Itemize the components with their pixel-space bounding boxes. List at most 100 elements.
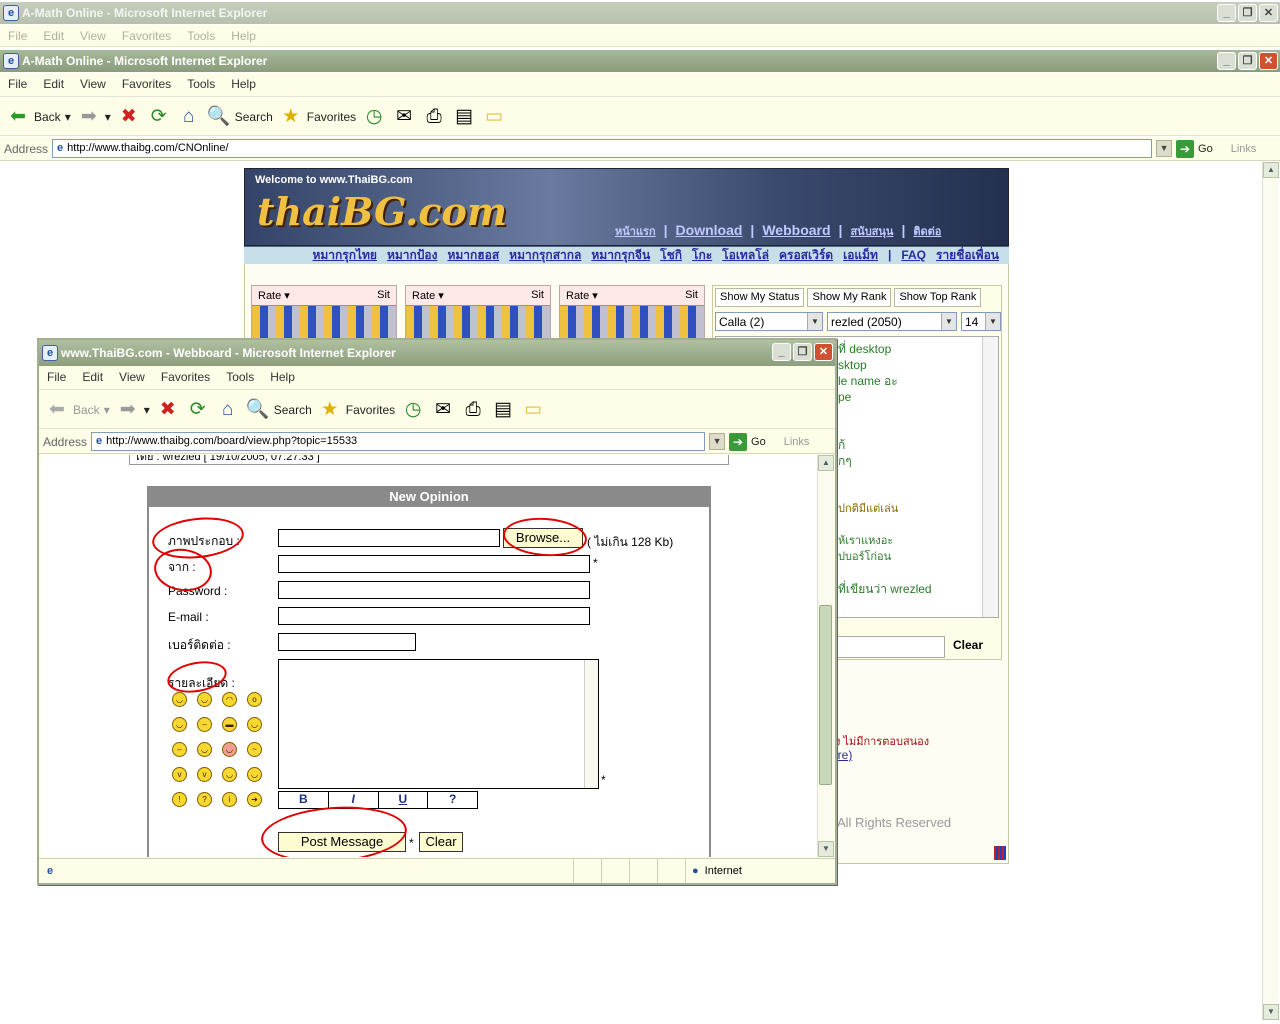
evil-icon[interactable]: v [172, 767, 187, 782]
print-icon[interactable]: ⎙ [461, 398, 485, 422]
chat-clear-button[interactable]: Clear [953, 638, 983, 652]
nav-game-item[interactable]: หมากป้อง [387, 247, 438, 264]
sit-link[interactable]: Sit [685, 289, 698, 302]
close-icon[interactable]: ✕ [1259, 52, 1278, 70]
mail-icon[interactable]: ✉ [431, 398, 455, 422]
bold-button[interactable]: B [279, 792, 329, 808]
menu-help[interactable]: Help [231, 73, 256, 96]
nav-game-item[interactable]: หมากรุกสากล [509, 247, 581, 264]
url-dropdown-button[interactable]: ▼ [709, 433, 726, 450]
nav-game-item[interactable]: หมากรุกจีน [591, 247, 650, 264]
menu-file[interactable]: File [47, 366, 66, 389]
nav-faq[interactable]: FAQ [901, 247, 926, 264]
font-size-select[interactable]: 14 ▼ [961, 312, 1001, 331]
sunglasses-icon[interactable]: ▬ [222, 717, 237, 732]
phone-input[interactable] [278, 633, 416, 651]
rolleyes-icon[interactable]: ◡ [222, 767, 237, 782]
nav-game-item[interactable]: โชกิ [660, 247, 682, 264]
url-dropdown-button[interactable]: ▼ [1156, 140, 1173, 157]
password-input[interactable] [278, 581, 590, 599]
from-input[interactable] [278, 555, 590, 573]
back-window-titlebar[interactable]: e A-Math Online - Microsoft Internet Exp… [0, 50, 1280, 72]
laugh-icon[interactable]: ◡ [247, 717, 262, 732]
tab-show-top-rank[interactable]: Show Top Rank [894, 288, 982, 307]
italic-button[interactable]: I [329, 792, 379, 808]
menu-view[interactable]: View [80, 73, 106, 96]
discuss-icon[interactable]: ▭ [521, 398, 545, 422]
player-select[interactable]: Calla (2) ▼ [715, 312, 823, 331]
nav-game-item[interactable]: โอเทลโล่ [722, 247, 769, 264]
nav-contact[interactable]: ติดต่อ [913, 222, 941, 240]
close-icon[interactable]: ✕ [1259, 4, 1278, 22]
smile-icon[interactable]: ◡ [172, 692, 187, 707]
back-button[interactable]: ⬅ Back ▾ [6, 105, 71, 129]
forward-button[interactable]: ➡ ▾ [116, 398, 150, 422]
nav-webboard[interactable]: Webboard [762, 222, 830, 240]
edit-icon[interactable]: ▤ [452, 105, 476, 129]
format-help-button[interactable]: ? [428, 792, 477, 808]
nav-home[interactable]: หน้าแรก [615, 222, 656, 240]
maximize-icon[interactable]: ❐ [1238, 4, 1257, 22]
go-button[interactable]: ➔ Go [1176, 139, 1213, 158]
email-input[interactable] [278, 607, 590, 625]
go-button[interactable]: ➔ Go [729, 432, 766, 451]
scroll-down-button[interactable]: ▼ [818, 841, 834, 857]
menu-view[interactable]: View [119, 366, 145, 389]
stop-icon[interactable]: ✖ [156, 398, 180, 422]
nav-game-item[interactable]: หมากฮอส [447, 247, 499, 264]
question-icon[interactable]: ? [197, 792, 212, 807]
menu-edit[interactable]: Edit [82, 366, 103, 389]
back-scrollbar[interactable]: ▲ ▼ [1262, 162, 1279, 1020]
menu-tools[interactable]: Tools [226, 366, 254, 389]
clear-form-button[interactable]: Clear [419, 832, 463, 852]
favorites-button[interactable]: ★ Favorites [318, 398, 395, 422]
blush-icon[interactable]: ◡ [222, 742, 237, 757]
exclamation-icon[interactable]: ! [172, 792, 187, 807]
discuss-icon[interactable]: ▭ [482, 105, 506, 129]
sit-link[interactable]: Sit [531, 289, 544, 302]
back-button[interactable]: ⬅ Back ▾ [45, 398, 110, 422]
scroll-up-button[interactable]: ▲ [1263, 162, 1279, 178]
scroll-down-button[interactable]: ▼ [1263, 1004, 1279, 1020]
arrow-icon[interactable]: ➜ [247, 792, 262, 807]
favorites-button[interactable]: ★ Favorites [279, 105, 356, 129]
webboard-url-field[interactable]: e http://www.thaibg.com/board/view.php?to… [91, 432, 706, 451]
image-file-input[interactable] [278, 529, 500, 547]
history-icon[interactable]: ◷ [362, 105, 386, 129]
menu-favorites[interactable]: Favorites [161, 366, 210, 389]
home-icon[interactable]: ⌂ [177, 105, 201, 129]
opponent-select[interactable]: rezled (2050) ▼ [827, 312, 957, 331]
back-url-field[interactable]: e http://www.thaibg.com/CNOnline/ [52, 139, 1153, 158]
close-icon[interactable]: ✕ [814, 343, 833, 361]
sit-link[interactable]: Sit [377, 289, 390, 302]
tab-show-my-status[interactable]: Show My Status [715, 288, 805, 307]
minimize-icon[interactable]: _ [1217, 52, 1236, 70]
minimize-icon[interactable]: _ [1217, 4, 1236, 22]
menu-file[interactable]: File [8, 73, 27, 96]
tab-show-my-rank[interactable]: Show My Rank [807, 288, 892, 307]
scroll-up-button[interactable]: ▲ [818, 455, 834, 471]
menu-edit[interactable]: Edit [43, 73, 64, 96]
stop-icon[interactable]: ✖ [117, 105, 141, 129]
menu-favorites[interactable]: Favorites [122, 73, 171, 96]
print-icon[interactable]: ⎙ [422, 105, 446, 129]
webboard-scrollbar[interactable]: ▲ ▼ [817, 455, 834, 857]
nav-download[interactable]: Download [676, 222, 743, 240]
game-table[interactable]: Rate ▾ Sit [251, 285, 397, 345]
mad-icon[interactable]: – [172, 742, 187, 757]
happy-icon[interactable]: ◡ [197, 742, 212, 757]
menu-help[interactable]: Help [270, 366, 295, 389]
neutral-icon[interactable]: – [197, 717, 212, 732]
webboard-titlebar[interactable]: e www.ThaiBG.com - Webboard - Microsoft … [39, 340, 835, 366]
home-icon[interactable]: ⌂ [216, 398, 240, 422]
underline-button[interactable]: U [379, 792, 429, 808]
detail-textarea[interactable] [278, 659, 599, 789]
maximize-icon[interactable]: ❐ [1238, 52, 1257, 70]
menu-tools[interactable]: Tools [187, 73, 215, 96]
mail-icon[interactable]: ✉ [392, 105, 416, 129]
history-icon[interactable]: ◷ [401, 398, 425, 422]
search-button[interactable]: 🔍 Search [246, 398, 312, 422]
links-button[interactable]: Links [1231, 143, 1257, 155]
sad-icon[interactable]: ◠ [222, 692, 237, 707]
minimize-icon[interactable]: _ [772, 343, 791, 361]
